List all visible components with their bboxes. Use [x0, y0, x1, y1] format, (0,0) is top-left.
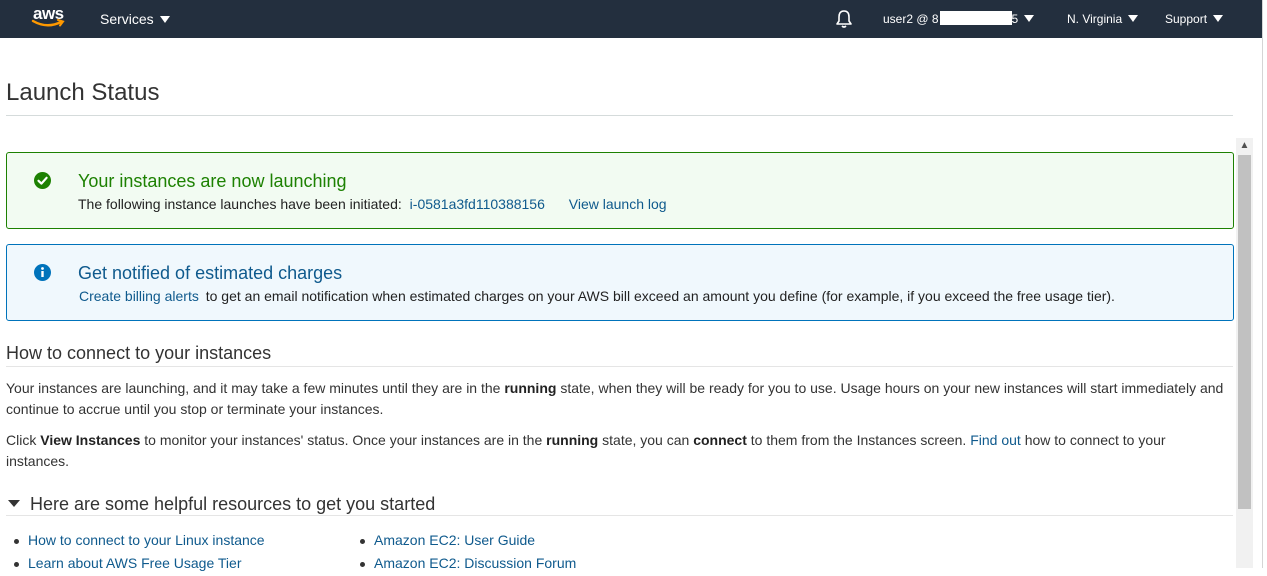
top-navigation-bar: aws Services user2 @ 8 5 N. Virginia Supp…: [0, 0, 1262, 38]
services-label: Services: [100, 11, 154, 27]
list-item: Amazon EC2: User Guide: [356, 530, 576, 553]
find-out-link[interactable]: Find out: [970, 432, 1021, 448]
resources-title: Here are some helpful resources to get y…: [30, 494, 436, 514]
ec2-discussion-forum-link[interactable]: Amazon EC2: Discussion Forum: [374, 555, 576, 571]
scrollbar-thumb[interactable]: [1238, 155, 1251, 509]
support-label: Support: [1165, 12, 1208, 26]
account-label: user2 @ 8: [883, 12, 939, 26]
list-item: Learn about AWS Free Usage Tier: [10, 553, 265, 576]
create-billing-alerts-link[interactable]: Create billing alerts: [79, 288, 199, 304]
aws-smile-icon: [31, 19, 65, 27]
divider: [6, 515, 1233, 516]
resources-list-left: How to connect to your Linux instance Le…: [10, 530, 265, 576]
chevron-down-icon: [1128, 15, 1139, 22]
success-alert-text: The following instance launches have bee…: [78, 196, 402, 212]
account-label-tail: 5: [1011, 12, 1019, 26]
region-menu[interactable]: N. Virginia: [1067, 0, 1139, 38]
aws-logo[interactable]: aws: [31, 4, 71, 32]
list-item: How to connect to your Linux instance: [10, 530, 265, 553]
vertical-scrollbar[interactable]: ▲: [1236, 138, 1253, 568]
scroll-up-arrow-icon[interactable]: ▲: [1236, 138, 1253, 154]
text-span: Click: [6, 432, 41, 448]
connect-linux-instance-link[interactable]: How to connect to your Linux instance: [28, 532, 265, 548]
check-circle-icon: [34, 172, 51, 189]
view-launch-log-link[interactable]: View launch log: [569, 196, 667, 212]
page-title: Launch Status: [6, 79, 160, 106]
free-usage-tier-link[interactable]: Learn about AWS Free Usage Tier: [28, 555, 241, 571]
window-edge: [1262, 0, 1267, 568]
bell-icon[interactable]: [835, 9, 853, 29]
list-item: Amazon EC2: Discussion Forum: [356, 553, 576, 576]
support-menu[interactable]: Support: [1165, 0, 1224, 38]
text-span: Your instances are launching, and it may…: [6, 380, 505, 396]
connect-section-title: How to connect to your instances: [6, 343, 272, 363]
services-menu[interactable]: Services: [100, 0, 170, 38]
text-span: state, you can: [598, 432, 694, 448]
instance-id-link[interactable]: i-0581a3fd110388156: [410, 196, 545, 212]
ec2-user-guide-link[interactable]: Amazon EC2: User Guide: [374, 532, 535, 548]
success-alert-body: The following instance launches have bee…: [78, 196, 667, 212]
bold-view-instances: View Instances: [40, 432, 141, 448]
resources-list-right: Amazon EC2: User Guide Amazon EC2: Discu…: [356, 530, 576, 576]
account-menu[interactable]: user2 @ 8 5: [883, 0, 1035, 38]
resources-section-toggle[interactable]: Here are some helpful resources to get y…: [8, 494, 435, 515]
connect-paragraph-2: Click View Instances to monitor your ins…: [6, 430, 1228, 472]
info-alert-body: Create billing alerts to get an email no…: [79, 288, 1115, 304]
launch-success-alert: Your instances are now launching The fol…: [6, 152, 1234, 229]
caret-down-icon: [8, 500, 20, 507]
bold-running: running: [546, 432, 599, 448]
divider: [6, 115, 1233, 116]
connect-paragraph-1: Your instances are launching, and it may…: [6, 378, 1228, 420]
chevron-down-icon: [1024, 15, 1035, 22]
divider: [6, 366, 1233, 367]
text-span: to them from the Instances screen.: [746, 432, 971, 448]
info-alert-heading: Get notified of estimated charges: [78, 263, 343, 283]
info-circle-icon: [34, 264, 51, 281]
redacted-account-id: [939, 11, 1012, 25]
billing-info-alert: Get notified of estimated charges Create…: [6, 244, 1234, 321]
bold-running: running: [504, 380, 557, 396]
success-alert-heading: Your instances are now launching: [78, 171, 347, 191]
chevron-down-icon: [159, 16, 170, 23]
chevron-down-icon: [1213, 15, 1224, 22]
info-alert-text: to get an email notification when estima…: [205, 288, 1115, 304]
bold-connect: connect: [693, 432, 747, 448]
region-label: N. Virginia: [1067, 12, 1123, 26]
text-span: to monitor your instances' status. Once …: [140, 432, 547, 448]
